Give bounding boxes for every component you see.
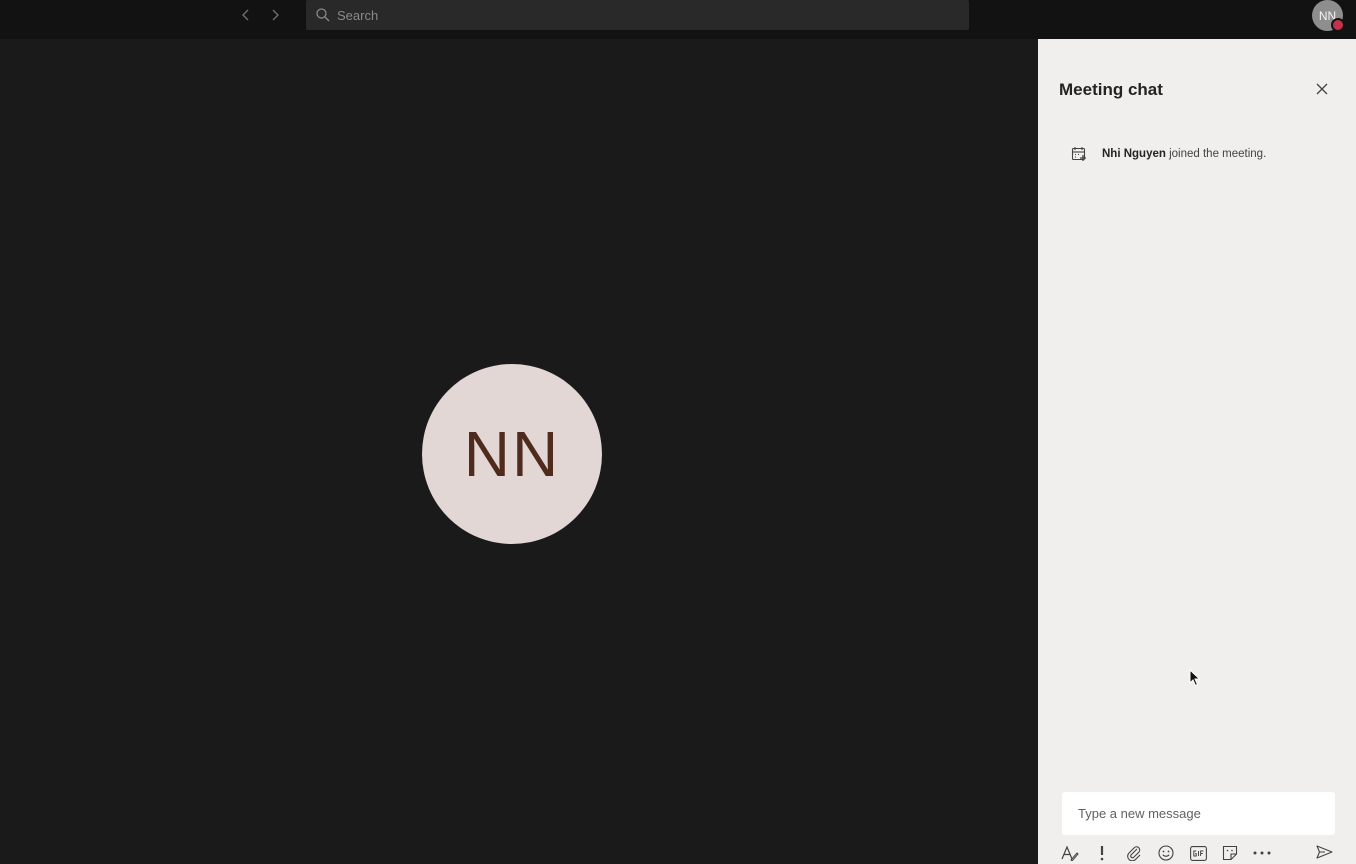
participant-avatar: NN xyxy=(422,364,602,544)
meeting-join-icon xyxy=(1071,146,1087,162)
chevron-left-icon xyxy=(242,9,249,21)
important-icon xyxy=(1100,846,1104,861)
message-composer[interactable] xyxy=(1062,792,1335,835)
meeting-stage: NN xyxy=(0,39,1038,864)
format-icon xyxy=(1061,845,1079,861)
emoji-button[interactable] xyxy=(1156,843,1176,863)
close-icon xyxy=(1316,83,1328,95)
sticker-button[interactable] xyxy=(1220,843,1240,863)
chat-event: Nhi Nguyen joined the meeting. xyxy=(1071,145,1266,163)
attach-button[interactable] xyxy=(1124,843,1144,863)
sticker-icon xyxy=(1222,845,1238,861)
event-text: Nhi Nguyen joined the meeting. xyxy=(1102,148,1266,160)
format-button[interactable] xyxy=(1060,843,1080,863)
send-icon xyxy=(1315,845,1333,859)
emoji-icon xyxy=(1158,845,1174,861)
back-button[interactable] xyxy=(236,5,256,25)
more-options-button[interactable] xyxy=(1252,843,1272,863)
event-participant-name: Nhi Nguyen xyxy=(1102,148,1166,160)
search-input[interactable] xyxy=(337,1,969,29)
forward-button[interactable] xyxy=(265,5,285,25)
attach-icon xyxy=(1127,846,1141,861)
meeting-chat-panel: Meeting chat Nhi Nguyen joined the meeti… xyxy=(1038,39,1356,864)
mark-important-button[interactable] xyxy=(1092,843,1112,863)
title-bar: NN xyxy=(0,0,1356,39)
chat-title: Meeting chat xyxy=(1059,80,1163,99)
close-chat-button[interactable] xyxy=(1312,79,1332,99)
chevron-right-icon xyxy=(272,9,279,21)
profile-avatar-button[interactable]: NN xyxy=(1312,0,1345,32)
message-input[interactable] xyxy=(1078,792,1318,835)
mouse-cursor xyxy=(1189,668,1201,687)
presence-status-badge xyxy=(1331,18,1345,32)
gif-button[interactable] xyxy=(1188,843,1208,863)
event-message: joined the meeting. xyxy=(1165,148,1267,160)
composer-toolbar xyxy=(1060,840,1340,864)
more-options-icon xyxy=(1253,851,1271,855)
send-button[interactable] xyxy=(1314,842,1334,862)
search-box[interactable] xyxy=(306,0,969,30)
search-icon xyxy=(315,7,331,23)
participant-initials: NN xyxy=(463,418,561,490)
gif-icon xyxy=(1189,845,1207,861)
